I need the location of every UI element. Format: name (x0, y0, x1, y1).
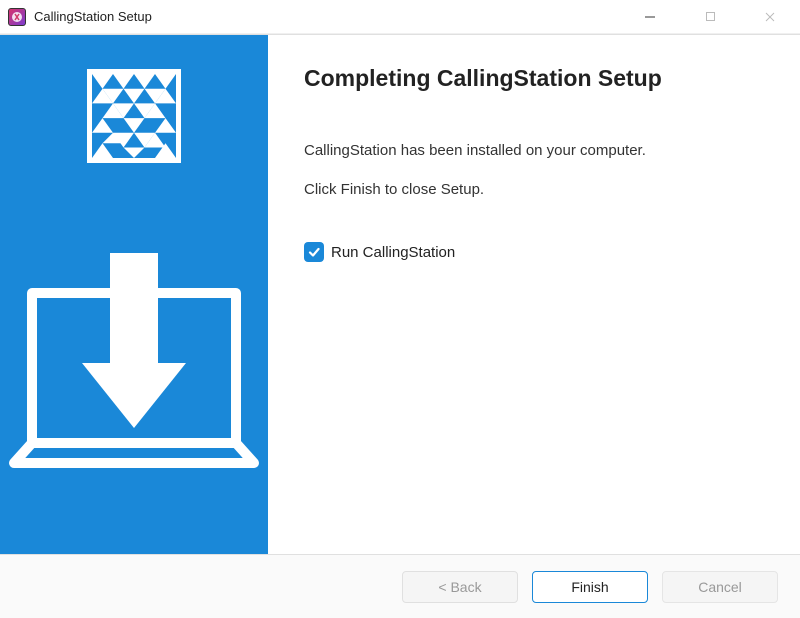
content-area: Completing CallingStation Setup CallingS… (0, 34, 800, 554)
laptop-download-icon (0, 203, 268, 554)
install-complete-text: CallingStation has been installed on you… (304, 140, 764, 161)
close-button (740, 0, 800, 33)
back-button: < Back (402, 571, 518, 603)
logo-icon (87, 69, 181, 163)
sidebar-banner (0, 35, 268, 554)
run-checkbox[interactable] (304, 242, 324, 262)
run-checkbox-label: Run CallingStation (331, 244, 455, 261)
finish-button[interactable]: Finish (532, 571, 648, 603)
minimize-button[interactable] (620, 0, 680, 33)
run-checkbox-row[interactable]: Run CallingStation (304, 242, 764, 262)
footer-buttons: < Back Finish Cancel (0, 554, 800, 618)
window-controls (620, 0, 800, 33)
maximize-button (680, 0, 740, 33)
titlebar: CallingStation Setup (0, 0, 800, 34)
window-title: CallingStation Setup (34, 9, 620, 24)
cancel-button: Cancel (662, 571, 778, 603)
instruction-text: Click Finish to close Setup. (304, 179, 764, 200)
page-heading: Completing CallingStation Setup (304, 65, 764, 92)
main-panel: Completing CallingStation Setup CallingS… (268, 35, 800, 554)
app-icon (8, 8, 26, 26)
